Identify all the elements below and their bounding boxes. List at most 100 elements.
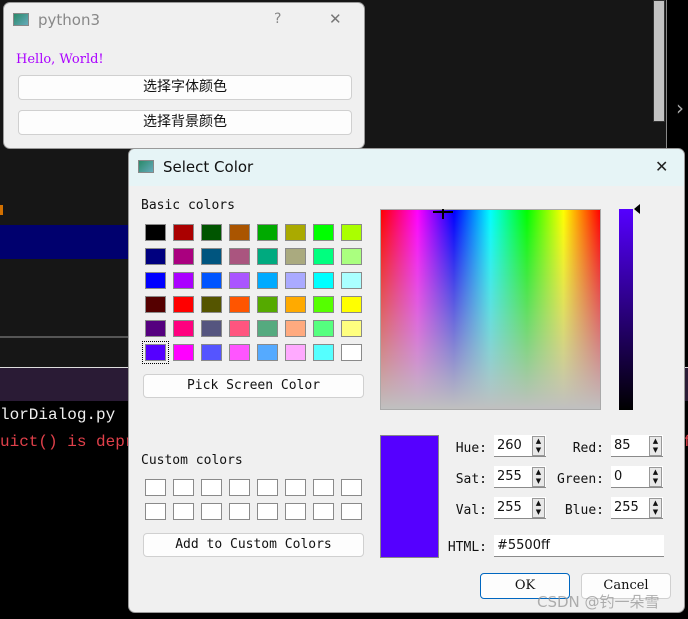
basic-color-swatch[interactable] (313, 272, 334, 289)
color-dialog: Select Color ✕ Basic colors Pick Screen … (128, 148, 685, 613)
custom-color-swatch[interactable] (145, 479, 166, 496)
basic-color-swatch[interactable] (257, 248, 278, 265)
add-custom-color-button[interactable]: Add to Custom Colors (143, 533, 364, 557)
basic-color-swatch[interactable] (341, 344, 362, 361)
basic-color-swatch[interactable] (341, 248, 362, 265)
basic-color-swatch[interactable] (173, 320, 194, 337)
red-value: 85 (614, 438, 631, 453)
basic-color-swatch[interactable] (313, 344, 334, 361)
basic-color-swatch[interactable] (229, 320, 250, 337)
basic-color-swatch[interactable] (145, 320, 166, 337)
basic-color-swatch[interactable] (229, 248, 250, 265)
basic-color-swatch[interactable] (201, 224, 222, 241)
basic-color-swatch[interactable] (229, 272, 250, 289)
spin-arrows-icon[interactable]: ▲ ▼ (532, 467, 545, 487)
basic-color-swatch[interactable] (229, 224, 250, 241)
basic-color-swatch[interactable] (341, 320, 362, 337)
custom-color-swatch[interactable] (173, 479, 194, 496)
hello-label: Hello, World! (16, 52, 104, 67)
font-color-button[interactable]: 选择字体颜色 (18, 75, 352, 100)
basic-color-swatch[interactable] (285, 320, 306, 337)
basic-color-swatch[interactable] (201, 272, 222, 289)
custom-color-swatch[interactable] (229, 479, 250, 496)
custom-color-swatch[interactable] (201, 479, 222, 496)
basic-color-swatch[interactable] (145, 272, 166, 289)
basic-color-swatch[interactable] (285, 344, 306, 361)
close-icon[interactable]: ✕ (655, 157, 668, 176)
basic-color-swatch[interactable] (285, 272, 306, 289)
custom-color-swatch[interactable] (285, 503, 306, 520)
sat-spinbox[interactable]: 255 ▲ ▼ (494, 466, 546, 488)
val-value: 255 (497, 500, 522, 515)
value-slider[interactable] (619, 209, 633, 410)
pick-screen-color-button[interactable]: Pick Screen Color (143, 374, 364, 398)
custom-color-swatch[interactable] (285, 479, 306, 496)
green-label: Green: (557, 472, 604, 487)
basic-color-swatch[interactable] (313, 320, 334, 337)
basic-color-swatch[interactable] (145, 296, 166, 313)
red-label: Red: (572, 441, 604, 456)
basic-color-swatch[interactable] (173, 248, 194, 265)
window-icon (13, 13, 29, 26)
basic-color-swatch[interactable] (173, 344, 194, 361)
spin-arrows-icon[interactable]: ▲ ▼ (532, 436, 545, 456)
html-input[interactable]: #5500ff (494, 535, 664, 557)
basic-color-swatch[interactable] (257, 344, 278, 361)
spin-arrows-icon[interactable]: ▲ ▼ (649, 498, 662, 518)
basic-color-swatch[interactable] (257, 224, 278, 241)
custom-color-swatch[interactable] (257, 479, 278, 496)
hue-spinbox[interactable]: 260 ▲ ▼ (494, 435, 546, 457)
basic-color-swatch[interactable] (257, 320, 278, 337)
green-spinbox[interactable]: 0 ▲ ▼ (611, 466, 663, 488)
value-slider-arrow-icon[interactable] (634, 204, 640, 214)
basic-color-swatch[interactable] (285, 248, 306, 265)
basic-color-swatch[interactable] (145, 224, 166, 241)
basic-color-swatch[interactable] (341, 272, 362, 289)
window-icon (138, 160, 154, 173)
custom-color-swatch[interactable] (173, 503, 194, 520)
chevron-right-icon[interactable]: › (676, 96, 684, 120)
basic-color-swatch[interactable] (201, 320, 222, 337)
basic-color-swatch[interactable] (145, 248, 166, 265)
basic-color-swatch[interactable] (142, 341, 169, 364)
custom-color-swatch[interactable] (229, 503, 250, 520)
basic-color-swatch[interactable] (173, 224, 194, 241)
red-spinbox[interactable]: 85 ▲ ▼ (611, 435, 663, 457)
bg-color-button[interactable]: 选择背景颜色 (18, 110, 352, 135)
editor-highlight-line (0, 225, 130, 259)
val-spinbox[interactable]: 255 ▲ ▼ (494, 497, 546, 519)
basic-color-swatch[interactable] (201, 296, 222, 313)
basic-color-swatch[interactable] (341, 296, 362, 313)
custom-color-swatch[interactable] (145, 503, 166, 520)
custom-color-swatch[interactable] (257, 503, 278, 520)
basic-color-swatch[interactable] (173, 296, 194, 313)
basic-color-swatch[interactable] (257, 296, 278, 313)
hue-saturation-field[interactable] (380, 209, 601, 410)
sat-label: Sat: (455, 472, 487, 487)
basic-color-swatch[interactable] (313, 296, 334, 313)
custom-color-swatch[interactable] (201, 503, 222, 520)
basic-color-swatch[interactable] (229, 344, 250, 361)
basic-color-swatch[interactable] (257, 272, 278, 289)
basic-color-swatch[interactable] (173, 272, 194, 289)
custom-color-swatch[interactable] (313, 503, 334, 520)
basic-color-swatch[interactable] (201, 344, 222, 361)
help-button[interactable]: ? (274, 11, 281, 27)
custom-color-swatch[interactable] (341, 479, 362, 496)
basic-color-swatch[interactable] (313, 224, 334, 241)
basic-color-swatch[interactable] (201, 248, 222, 265)
scrollbar[interactable] (653, 0, 665, 122)
blue-label: Blue: (564, 503, 604, 518)
basic-color-swatch[interactable] (313, 248, 334, 265)
basic-color-swatch[interactable] (341, 224, 362, 241)
blue-spinbox[interactable]: 255 ▲ ▼ (611, 497, 663, 519)
basic-color-swatch[interactable] (285, 296, 306, 313)
basic-color-swatch[interactable] (285, 224, 306, 241)
close-icon[interactable]: ✕ (329, 10, 342, 28)
spin-arrows-icon[interactable]: ▲ ▼ (649, 436, 662, 456)
basic-color-swatch[interactable] (229, 296, 250, 313)
custom-color-swatch[interactable] (341, 503, 362, 520)
spin-arrows-icon[interactable]: ▲ ▼ (649, 467, 662, 487)
spin-arrows-icon[interactable]: ▲ ▼ (532, 498, 545, 518)
custom-color-swatch[interactable] (313, 479, 334, 496)
